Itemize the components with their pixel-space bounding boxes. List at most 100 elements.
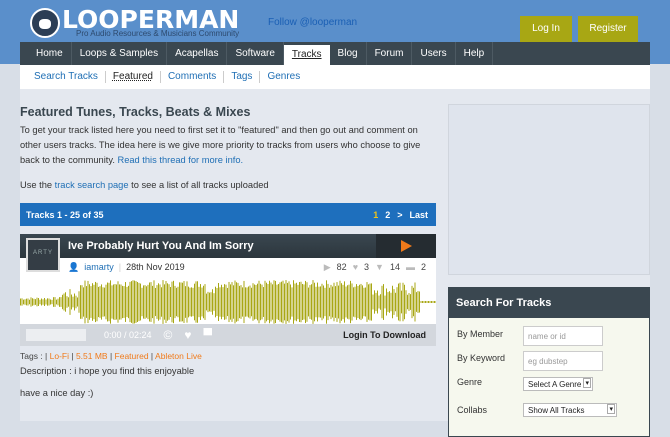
waveform-bar xyxy=(143,285,144,319)
pager-link[interactable]: Last xyxy=(409,210,428,220)
pager-link[interactable]: 1 xyxy=(373,210,378,220)
nav-item-tracks[interactable]: Tracks xyxy=(283,45,330,65)
waveform-bar xyxy=(56,299,57,305)
waveform-bar xyxy=(233,285,234,319)
waveform-bar xyxy=(47,298,48,306)
collabs-select[interactable]: Show All Tracks xyxy=(523,403,617,417)
subnav-genres[interactable]: Genres xyxy=(260,71,307,83)
waveform-bar xyxy=(182,282,183,322)
logo[interactable]: LOOPERMAN Pro Audio Resources & Musician… xyxy=(30,7,239,38)
waveform-bar xyxy=(144,285,146,319)
waveform-bar xyxy=(237,282,239,322)
nav-item-home[interactable]: Home xyxy=(28,42,72,65)
track-artwork[interactable]: ARTY xyxy=(26,238,60,272)
waveform-bar xyxy=(261,284,263,320)
waveform-bar xyxy=(266,282,267,322)
download-button[interactable]: Login To Download xyxy=(343,330,426,340)
waveform-bar xyxy=(416,292,417,312)
waveform-bar xyxy=(203,285,204,319)
genre-select[interactable]: Select A Genre xyxy=(523,377,593,391)
waveform-bar xyxy=(77,297,78,307)
register-button[interactable]: Register xyxy=(578,16,638,42)
tag-link[interactable]: 5.51 MB xyxy=(76,351,108,361)
waveform[interactable] xyxy=(20,280,436,324)
thread-link[interactable]: Read this thread for more info. xyxy=(118,155,244,165)
waveform-bar xyxy=(288,281,290,323)
follow-link[interactable]: Follow @looperman xyxy=(268,17,357,28)
waveform-bar xyxy=(122,285,123,319)
subnav-comments[interactable]: Comments xyxy=(161,71,225,83)
waveform-bar xyxy=(269,280,270,324)
comments-count: 2 xyxy=(420,262,426,272)
waveform-bar xyxy=(125,282,126,322)
track-search-link[interactable]: track search page xyxy=(55,180,129,190)
nav-item-help[interactable]: Help xyxy=(456,42,494,65)
waveform-bar xyxy=(264,280,266,324)
tag-link[interactable]: Ableton Live xyxy=(155,351,202,361)
pager-link[interactable]: 2 xyxy=(385,210,390,220)
nav-item-software[interactable]: Software xyxy=(227,42,284,65)
pager-link[interactable]: > xyxy=(397,210,402,220)
waveform-bar xyxy=(392,285,393,319)
time-display: 0:00 / 02:24 xyxy=(104,330,152,340)
subnav-tags[interactable]: Tags xyxy=(224,71,261,83)
waveform-bar xyxy=(71,294,72,310)
waveform-bar xyxy=(141,287,143,317)
downloads-count: 14 xyxy=(389,262,400,272)
copyright-icon[interactable]: © xyxy=(164,328,173,342)
comment-icon[interactable]: ▀ xyxy=(204,328,213,342)
waveform-bar xyxy=(93,284,95,320)
waveform-bar xyxy=(194,283,195,321)
waveform-bar xyxy=(323,285,324,319)
keyword-input[interactable]: eg dubstep xyxy=(523,351,603,371)
subnav-search-tracks[interactable]: Search Tracks xyxy=(34,71,106,83)
logo-mascot-icon xyxy=(30,8,60,38)
waveform-bar xyxy=(215,286,216,318)
waveform-bar xyxy=(287,282,288,322)
waveform-bar xyxy=(320,286,321,318)
progress-bar[interactable] xyxy=(26,329,86,341)
waveform-bar xyxy=(254,284,255,320)
waveform-bar xyxy=(221,284,222,320)
tag-link[interactable]: Lo-Fi xyxy=(50,351,69,361)
waveform-bar xyxy=(99,286,101,318)
waveform-bar xyxy=(402,282,404,322)
waveform-bar xyxy=(23,299,24,305)
waveform-bar xyxy=(252,283,254,321)
waveform-bar xyxy=(192,287,194,317)
nav-item-loops-samples[interactable]: Loops & Samples xyxy=(72,42,168,65)
nav-item-acapellas[interactable]: Acapellas xyxy=(167,42,228,65)
waveform-bar xyxy=(212,289,213,315)
member-input[interactable]: name or id xyxy=(523,326,603,346)
waveform-bar xyxy=(228,281,230,323)
waveform-bar xyxy=(113,284,114,320)
waveform-bar xyxy=(183,281,185,323)
waveform-bar xyxy=(389,291,390,313)
subnav-featured[interactable]: Featured xyxy=(106,71,161,83)
nav-item-blog[interactable]: Blog xyxy=(330,42,367,65)
waveform-bar xyxy=(134,280,135,324)
hint-post: to see a list of all tracks uploaded xyxy=(128,180,269,190)
waveform-bar xyxy=(75,295,77,309)
track-title[interactable]: Ive Probably Hurt You And Im Sorry xyxy=(20,234,436,258)
nav-item-users[interactable]: Users xyxy=(412,42,456,65)
waveform-bar xyxy=(66,296,68,308)
waveform-bar xyxy=(279,282,281,322)
play-button[interactable] xyxy=(376,234,436,258)
waveform-bar xyxy=(191,287,192,317)
waveform-bar xyxy=(179,282,180,322)
waveform-bar xyxy=(138,282,140,322)
waveform-bar xyxy=(51,299,53,305)
waveform-bar xyxy=(432,301,434,303)
tag-link[interactable]: Featured xyxy=(115,351,149,361)
login-button[interactable]: Log In xyxy=(520,16,572,42)
track-user-link[interactable]: iamarty xyxy=(84,262,114,273)
waveform-bar xyxy=(30,297,32,307)
waveform-bar xyxy=(87,280,89,324)
downloads-icon: ▼ xyxy=(375,262,384,272)
waveform-bar xyxy=(353,287,354,317)
heart-icon[interactable]: ♥ xyxy=(184,328,191,342)
waveform-bar xyxy=(372,294,374,310)
waveform-bar xyxy=(294,283,296,321)
nav-item-forum[interactable]: Forum xyxy=(367,42,413,65)
